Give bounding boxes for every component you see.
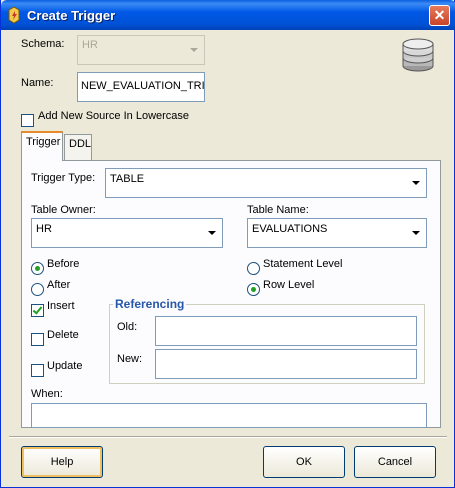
before-label: Before [47, 258, 80, 270]
help-button-label: Help [50, 456, 74, 468]
insert-label: Insert [47, 300, 75, 312]
trigger-type-value: TABLE [110, 173, 145, 185]
ok-button[interactable]: OK [263, 446, 345, 478]
table-name-select[interactable]: EVALUATIONS [247, 218, 427, 248]
lowercase-checkbox[interactable] [21, 114, 34, 127]
row-level-radio[interactable] [247, 283, 260, 296]
schema-select[interactable]: HR [77, 35, 205, 65]
statement-level-label: Statement Level [263, 258, 343, 270]
referencing-title: Referencing [113, 297, 187, 311]
update-label: Update [47, 360, 83, 372]
tab-trigger-label: Trigger [26, 136, 61, 148]
schema-value: HR [82, 39, 98, 51]
delete-label: Delete [47, 329, 79, 341]
old-label: Old: [117, 321, 138, 333]
trigger-type-label: Trigger Type: [31, 172, 96, 184]
table-owner-select[interactable]: HR [31, 218, 223, 248]
when-field[interactable] [31, 403, 427, 428]
insert-checkbox[interactable] [31, 304, 44, 317]
trigger-app-icon [8, 6, 20, 24]
chevron-down-icon [412, 181, 420, 185]
close-button[interactable]: ✕ [429, 5, 450, 26]
table-owner-value: HR [36, 223, 52, 235]
radio-selected-dot [251, 287, 256, 292]
cancel-button-label: Cancel [377, 456, 413, 468]
name-field[interactable]: NEW_EVALUATION_TRIG [77, 72, 205, 102]
lowercase-label: Add New Source In Lowercase [38, 110, 190, 122]
database-icon [402, 38, 434, 72]
row-level-label: Row Level [263, 279, 315, 291]
tab-trigger[interactable]: Trigger [21, 131, 63, 161]
update-checkbox[interactable] [31, 364, 44, 377]
button-separator [9, 436, 447, 438]
table-name-value: EVALUATIONS [252, 223, 328, 235]
table-name-label: Table Name: [247, 204, 309, 216]
chevron-down-icon [412, 231, 420, 235]
new-label: New: [117, 353, 143, 365]
delete-checkbox[interactable] [31, 333, 44, 346]
old-field[interactable] [155, 316, 417, 346]
table-owner-label: Table Owner: [31, 204, 96, 216]
checkmark-icon [32, 304, 43, 315]
title-bar[interactable]: Create Trigger ✕ [1, 0, 455, 30]
schema-label: Schema: [21, 38, 65, 50]
radio-selected-dot [35, 266, 40, 271]
statement-level-radio[interactable] [247, 262, 260, 275]
trigger-tab-panel [21, 160, 441, 428]
before-radio[interactable] [31, 262, 44, 275]
when-label: When: [31, 388, 63, 400]
tab-ddl-label: DDL [69, 138, 92, 150]
tab-ddl[interactable]: DDL [64, 134, 92, 160]
name-label: Name: [21, 77, 54, 89]
after-radio[interactable] [31, 283, 44, 296]
new-field[interactable] [155, 349, 417, 379]
chevron-down-icon [190, 48, 198, 52]
window-title: Create Trigger [27, 8, 116, 23]
trigger-type-select[interactable]: TABLE [105, 168, 427, 198]
after-label: After [47, 279, 71, 291]
cancel-button[interactable]: Cancel [354, 446, 436, 478]
ok-button-label: OK [296, 456, 312, 468]
close-icon: ✕ [433, 7, 446, 23]
chevron-down-icon [208, 231, 216, 235]
create-trigger-dialog: Create Trigger ✕ Schema: HR Name: NEW_EV… [0, 0, 455, 488]
help-button[interactable]: Help [21, 446, 103, 478]
